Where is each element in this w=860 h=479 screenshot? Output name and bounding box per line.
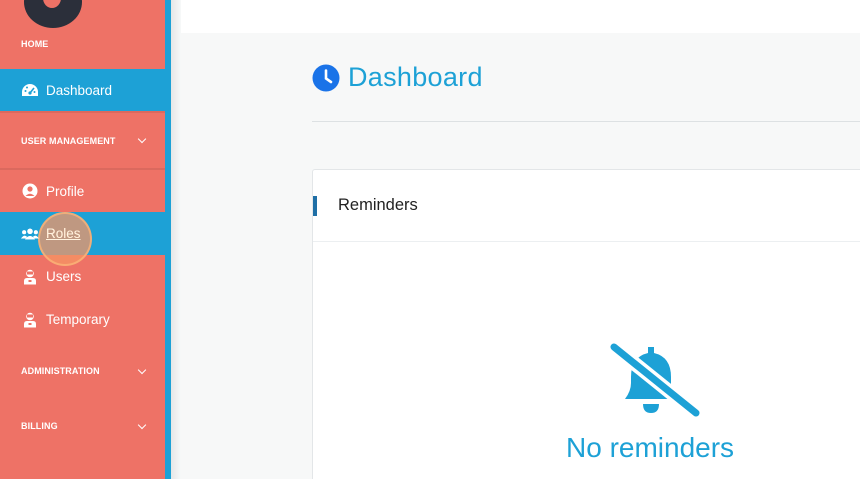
sidebar-section-home: HOME bbox=[0, 19, 165, 69]
sidebar-item-temporary[interactable]: Temporary bbox=[0, 298, 165, 341]
sidebar-item-profile-label: Profile bbox=[46, 183, 85, 199]
sidebar-item-dashboard[interactable]: Dashboard bbox=[0, 69, 165, 111]
top-bar bbox=[181, 0, 860, 33]
empty-state-text: No reminders bbox=[566, 432, 735, 463]
sidebar-section-administration-label: ADMINISTRATION bbox=[21, 366, 100, 376]
bell-slash-icon bbox=[607, 340, 703, 421]
sidebar-section-administration[interactable]: ADMINISTRATION bbox=[0, 341, 165, 401]
sidebar-item-temporary-label: Temporary bbox=[46, 312, 110, 327]
sidebar-item-users[interactable]: Users bbox=[0, 255, 165, 298]
reminders-card-header: Reminders bbox=[313, 170, 860, 242]
sidebar-item-profile[interactable]: Profile bbox=[0, 170, 165, 212]
clock-icon bbox=[312, 64, 340, 92]
sidebar-section-home-label: HOME bbox=[21, 39, 49, 49]
sidebar-section-billing[interactable]: BILLING bbox=[0, 401, 165, 451]
sidebar-item-roles-overlay[interactable]: Roles bbox=[21, 212, 81, 255]
sidebar-section-user-management-label: USER MANAGEMENT bbox=[21, 135, 116, 146]
reminders-card-title: Reminders bbox=[338, 196, 418, 214]
sidebar-section-billing-label: BILLING bbox=[21, 421, 58, 431]
sidebar-shadow bbox=[171, 0, 181, 479]
chevron-down-icon bbox=[137, 365, 147, 374]
sidebar-item-roles-label: Roles bbox=[46, 226, 81, 241]
user-icon bbox=[21, 269, 39, 285]
tachometer-icon bbox=[21, 82, 39, 98]
page-title: Dashboard bbox=[348, 62, 483, 92]
user-icon bbox=[21, 312, 39, 328]
page-header: Dashboard bbox=[312, 62, 483, 93]
chevron-down-icon bbox=[137, 420, 147, 429]
header-divider bbox=[312, 121, 860, 122]
sidebar-item-users-label: Users bbox=[46, 269, 82, 284]
card-accent-bar bbox=[313, 196, 317, 216]
user-circle-icon bbox=[21, 183, 39, 199]
sidebar-section-user-management[interactable]: USER MANAGEMENT bbox=[0, 113, 165, 168]
sidebar-item-dashboard-label: Dashboard bbox=[46, 82, 113, 98]
users-icon bbox=[21, 226, 39, 242]
chevron-down-icon bbox=[137, 134, 147, 144]
